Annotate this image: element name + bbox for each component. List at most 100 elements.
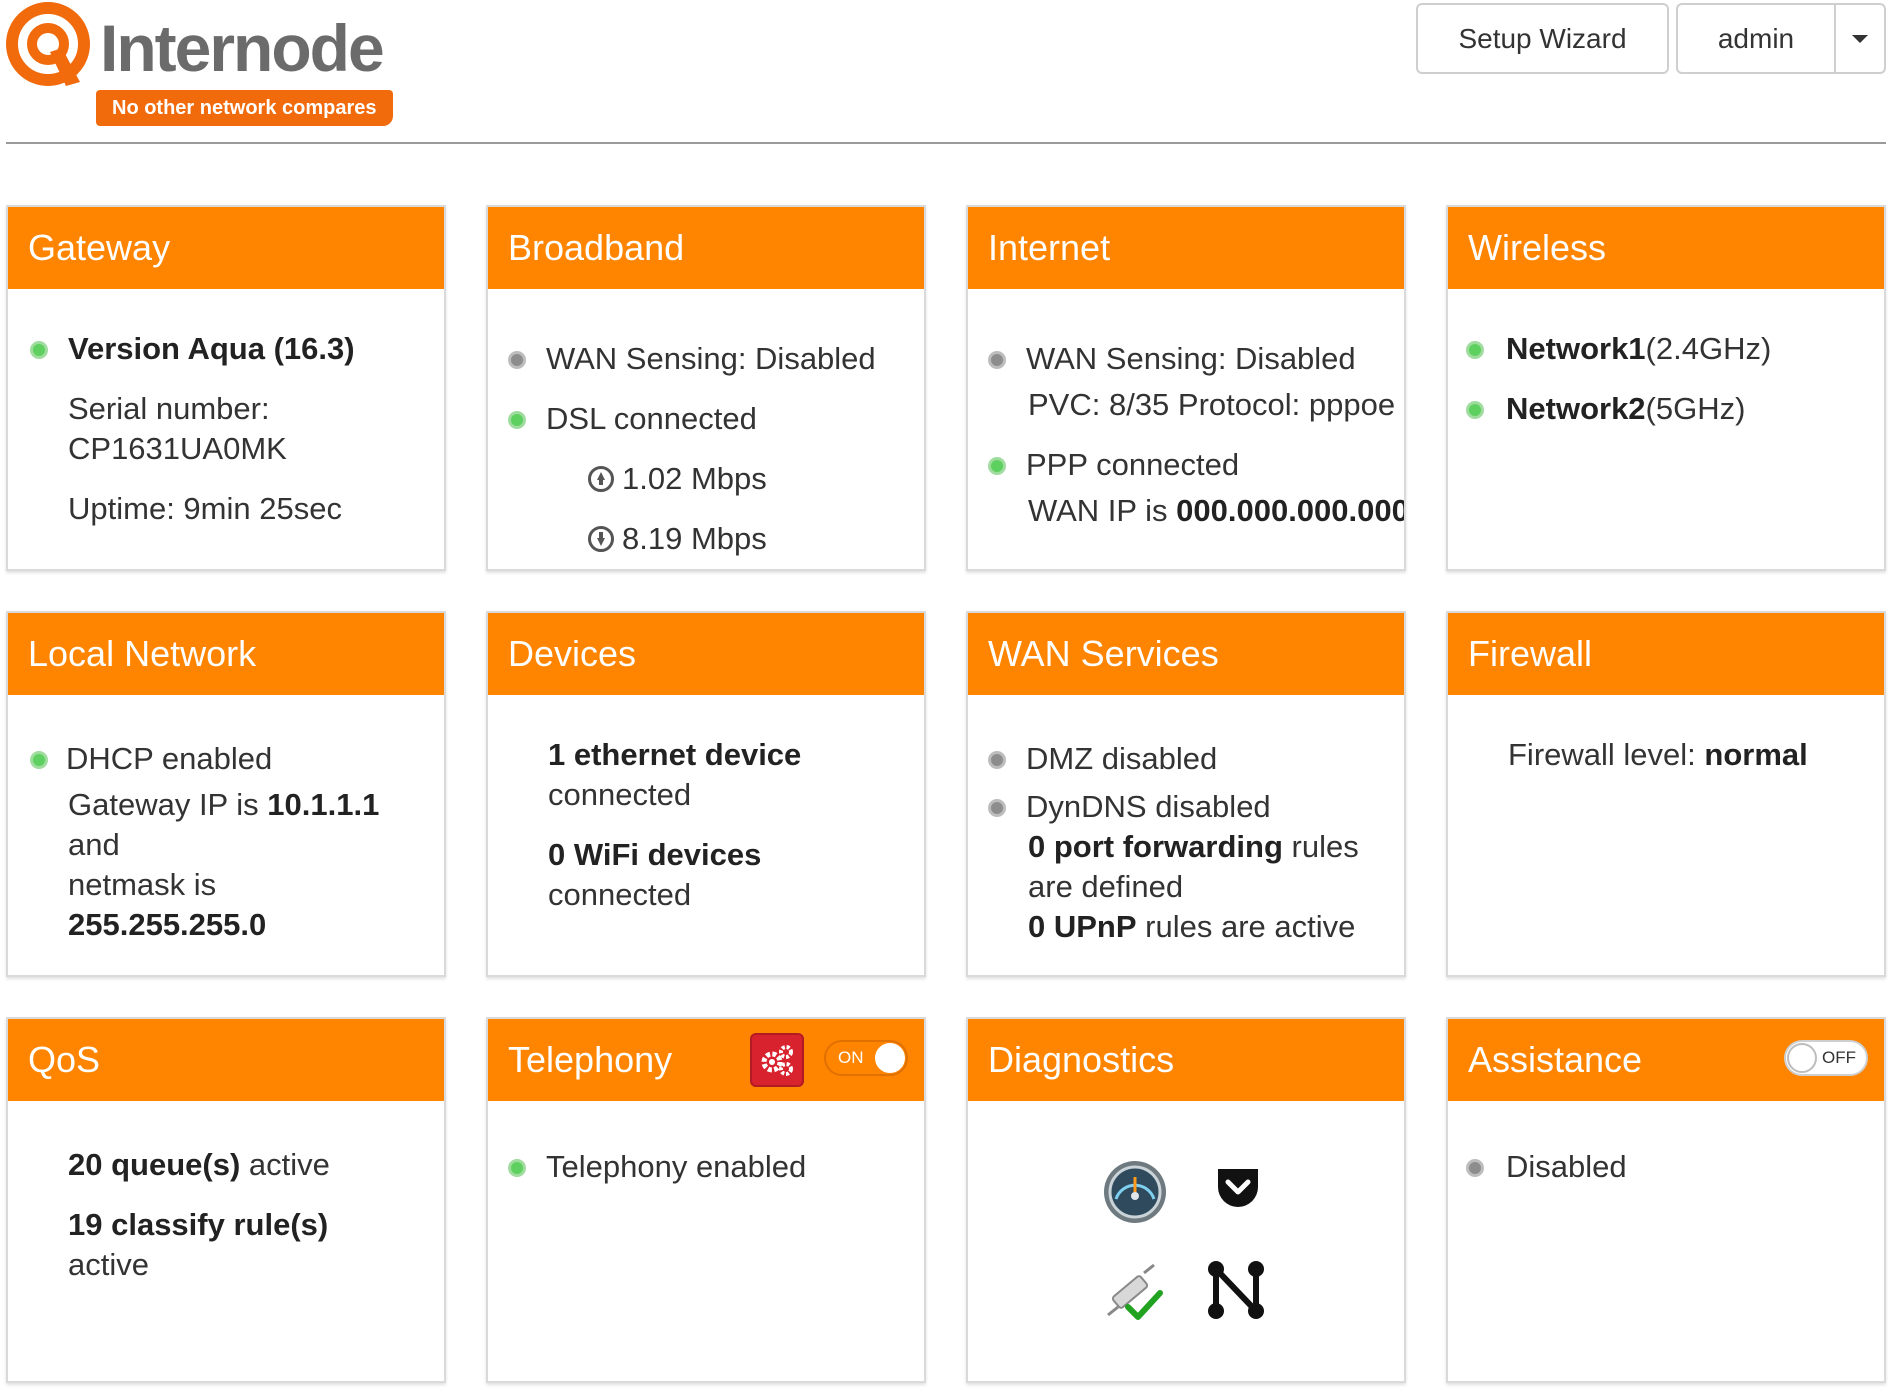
card-body: DHCP enabled Gateway IP is 10.1.1.1 and … xyxy=(8,695,444,975)
brand-name: Internode xyxy=(100,11,385,85)
card-body: WAN Sensing: Disabled DSL connected 1.02… xyxy=(488,289,924,569)
uptime: Uptime: 9min 25sec xyxy=(68,491,342,526)
gateway-ip-label: Gateway IP is xyxy=(68,787,268,822)
network-2-band: (5GHz) xyxy=(1645,391,1746,426)
card-firewall[interactable]: Firewall Firewall level: normal xyxy=(1446,611,1886,977)
toggle-state-label: ON xyxy=(838,1048,864,1067)
ppp-status: PPP connected xyxy=(1026,447,1240,482)
card-header: Devices xyxy=(488,613,924,695)
card-wireless[interactable]: Wireless Network1(2.4GHz) Network2(5GHz) xyxy=(1446,205,1886,571)
card-assistance[interactable]: Assistance OFF Disabled xyxy=(1446,1017,1886,1383)
dmz-status: DMZ disabled xyxy=(1026,741,1218,776)
status-ok-icon xyxy=(508,1159,526,1177)
wireless-network-2: Network2(5GHz) xyxy=(1506,389,1745,429)
port-forwarding-line2: are defined xyxy=(1028,869,1184,904)
telephony-toggle[interactable]: ON xyxy=(824,1040,908,1076)
internode-logo[interactable]: Internode No other network compares xyxy=(6,2,393,128)
status-ok-icon xyxy=(508,411,526,429)
card-devices[interactable]: Devices 1 ethernet device connected 0 Wi… xyxy=(486,611,926,977)
card-header: Assistance OFF xyxy=(1448,1019,1884,1101)
classify-suffix: active xyxy=(68,1247,149,1282)
card-title: QoS xyxy=(28,1039,101,1080)
network-1-band: (2.4GHz) xyxy=(1645,331,1772,366)
user-menu-button[interactable]: admin xyxy=(1676,3,1836,74)
firmware-version: Version Aqua (16.3) xyxy=(68,329,355,369)
card-title: Internet xyxy=(988,227,1111,268)
netmask-label: netmask is xyxy=(68,867,217,902)
status-inactive-icon xyxy=(508,351,526,369)
card-title: Firewall xyxy=(1468,633,1593,674)
card-header: WAN Services xyxy=(968,613,1404,695)
status-ok-icon xyxy=(30,341,48,359)
ethernet-count-value: 1 ethernet device xyxy=(548,737,802,772)
status-inactive-icon xyxy=(988,751,1006,769)
card-header: Internet xyxy=(968,207,1404,289)
card-body: Telephony enabled xyxy=(488,1101,924,1381)
pocket-icon[interactable] xyxy=(1214,1165,1262,1211)
queues-count: 20 queue(s) xyxy=(68,1147,241,1182)
card-qos[interactable]: QoS 20 queue(s) active 19 classify rule(… xyxy=(6,1017,446,1383)
netmask: 255.255.255.0 xyxy=(68,905,266,945)
wireless-network-1: Network1(2.4GHz) xyxy=(1506,329,1771,369)
card-body: DMZ disabled DynDNS disabled 0 port forw… xyxy=(968,695,1404,975)
network-check-icon[interactable] xyxy=(1104,1263,1168,1325)
serial-number-label: Serial number: xyxy=(68,391,270,426)
download-speed: 8.19 Mbps xyxy=(588,519,767,559)
card-title: Gateway xyxy=(28,227,171,268)
toggle-state-label: OFF xyxy=(1822,1048,1856,1067)
chevron-down-icon xyxy=(1852,34,1868,43)
upload-speed-value: 1.02 Mbps xyxy=(622,461,767,496)
brand-tagline: No other network compares xyxy=(96,90,393,126)
queues-active: 20 queue(s) active xyxy=(68,1145,330,1185)
telephony-settings-button[interactable] xyxy=(750,1033,804,1087)
card-body: WAN Sensing: Disabled PVC: 8/35 Protocol… xyxy=(968,289,1406,569)
netmask-value: 255.255.255.0 xyxy=(68,907,267,942)
card-title: Devices xyxy=(508,633,637,674)
serial-number-value: CP1631UA0MK xyxy=(68,431,287,466)
card-title: Wireless xyxy=(1468,227,1607,268)
queues-suffix: active xyxy=(240,1147,330,1182)
toggle-knob xyxy=(1787,1043,1817,1073)
user-menu-dropdown-toggle[interactable] xyxy=(1834,3,1886,74)
card-wan-services[interactable]: WAN Services DMZ disabled DynDNS disable… xyxy=(966,611,1406,977)
setup-wizard-button[interactable]: Setup Wizard xyxy=(1416,3,1669,74)
card-broadband[interactable]: Broadband WAN Sensing: Disabled DSL conn… xyxy=(486,205,926,571)
card-body xyxy=(968,1101,1404,1381)
card-title: WAN Services xyxy=(988,633,1219,674)
ethernet-device-count: 1 ethernet device xyxy=(548,735,801,775)
status-ok-icon xyxy=(1466,401,1484,419)
classify-rules: 19 classify rule(s) xyxy=(68,1205,328,1245)
download-arrow-icon xyxy=(588,526,614,552)
assistance-status: Disabled xyxy=(1506,1149,1627,1184)
wan-ip-value: 000.000.000.000 xyxy=(1176,493,1406,528)
wan-ip: WAN IP is 000.000.000.000 xyxy=(1028,491,1406,531)
download-speed-value: 8.19 Mbps xyxy=(622,521,767,556)
card-header: Gateway xyxy=(8,207,444,289)
telephony-status: Telephony enabled xyxy=(546,1149,807,1184)
port-forwarding-rules: 0 port forwarding rules xyxy=(1028,827,1359,867)
card-diagnostics[interactable]: Diagnostics xyxy=(966,1017,1406,1383)
card-header: Wireless xyxy=(1448,207,1884,289)
card-internet[interactable]: Internet WAN Sensing: Disabled PVC: 8/35… xyxy=(966,205,1406,571)
status-ok-icon xyxy=(1466,341,1484,359)
card-gateway[interactable]: Gateway Version Aqua (16.3) Serial numbe… xyxy=(6,205,446,571)
card-header: Diagnostics xyxy=(968,1019,1404,1101)
gateway-ip: Gateway IP is 10.1.1.1 xyxy=(68,785,379,825)
topology-icon[interactable] xyxy=(1204,1259,1268,1323)
pvc-protocol: PVC: 8/35 Protocol: pppoe xyxy=(1028,387,1396,422)
card-header: QoS xyxy=(8,1019,444,1101)
port-forwarding-count: 0 port forwarding xyxy=(1028,829,1283,864)
gateway-ip-value: 10.1.1.1 xyxy=(267,787,380,822)
card-title: Assistance xyxy=(1468,1039,1643,1080)
card-body: 20 queue(s) active 19 classify rule(s) a… xyxy=(8,1101,444,1381)
card-body: 1 ethernet device connected 0 WiFi devic… xyxy=(488,695,924,975)
network-1-name: Network1 xyxy=(1506,331,1646,366)
assistance-toggle[interactable]: OFF xyxy=(1784,1040,1868,1076)
card-title: Broadband xyxy=(508,227,685,268)
gears-icon xyxy=(761,1045,793,1076)
card-telephony[interactable]: Telephony ON Telephony enabled xyxy=(486,1017,926,1383)
card-header: Broadband xyxy=(488,207,924,289)
header: Internode No other network compares Setu… xyxy=(0,0,1892,145)
speed-gauge-icon[interactable] xyxy=(1102,1159,1168,1225)
card-local-network[interactable]: Local Network DHCP enabled Gateway IP is… xyxy=(6,611,446,977)
